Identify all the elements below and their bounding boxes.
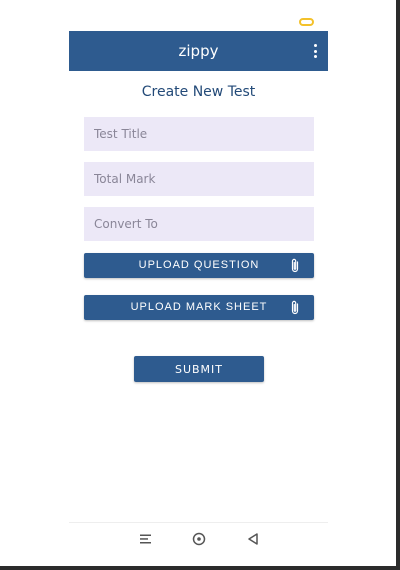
nav-bar-divider: [69, 522, 328, 523]
device-frame-right: [396, 0, 400, 570]
submit-button[interactable]: Submit: [134, 356, 264, 382]
app-bar: zippy: [69, 31, 328, 71]
menu-icon[interactable]: [138, 531, 154, 547]
home-circle-icon[interactable]: [191, 531, 207, 547]
more-vert-icon[interactable]: [310, 44, 320, 58]
upload-mark-sheet-button[interactable]: Upload Mark Sheet: [84, 295, 314, 320]
status-indicator-icon: [299, 18, 314, 26]
convert-to-input[interactable]: [84, 207, 314, 241]
upload-question-button[interactable]: Upload Question: [84, 253, 314, 278]
upload-question-label: Upload Question: [138, 259, 260, 271]
upload-mark-sheet-label: Upload Mark Sheet: [130, 301, 268, 313]
total-mark-input[interactable]: [84, 162, 314, 196]
device-frame-bottom: [0, 566, 400, 570]
paperclip-icon: [291, 258, 299, 273]
app-title: zippy: [178, 42, 219, 60]
paperclip-icon: [291, 300, 299, 315]
page-heading: Create New Test: [141, 84, 256, 100]
back-triangle-icon[interactable]: [245, 531, 261, 547]
test-title-input[interactable]: [84, 117, 314, 151]
